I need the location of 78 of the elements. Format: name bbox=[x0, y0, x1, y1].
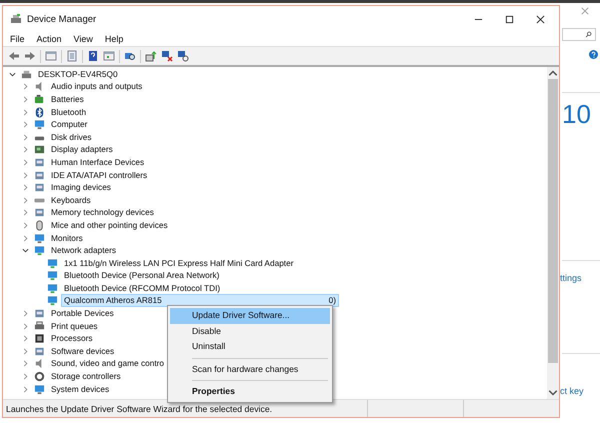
device-icon bbox=[34, 308, 45, 320]
monitor-icon bbox=[34, 232, 45, 244]
tree-item[interactable]: Storage controllers bbox=[48, 370, 124, 384]
tree-item[interactable]: Display adapters bbox=[48, 143, 116, 156]
computer-icon bbox=[10, 13, 22, 25]
window-icon[interactable] bbox=[103, 50, 115, 62]
tree-item[interactable]: DESKTOP-EV4R5Q0 bbox=[35, 68, 121, 81]
network-adapter-icon bbox=[47, 270, 58, 282]
tree-item[interactable]: Mice and other pointing devices bbox=[48, 218, 171, 232]
network-adapter-icon bbox=[47, 282, 58, 294]
device-icon bbox=[34, 156, 45, 168]
tree-item[interactable]: Memory technology devices bbox=[48, 206, 157, 220]
tree-item[interactable]: Imaging devices bbox=[48, 181, 114, 194]
card-icon bbox=[34, 144, 45, 156]
help-icon[interactable] bbox=[589, 50, 598, 59]
tree-item[interactable]: 1x1 11b/g/n Wireless LAN PCI Express Half Mini Card Adapter bbox=[61, 256, 296, 270]
menu-item[interactable]: File bbox=[10, 34, 25, 44]
chevron-icon[interactable] bbox=[22, 247, 29, 254]
status-text: Launches the Update Driver Software Wizard for the selected device. bbox=[5, 404, 274, 414]
tree-item[interactable]: Computer bbox=[48, 118, 90, 132]
menu-item[interactable]: Update Driver Software... bbox=[170, 308, 330, 324]
menu-item[interactable]: Disable bbox=[170, 324, 330, 339]
tree-item[interactable]: Network adapters bbox=[48, 244, 120, 258]
tree-item[interactable]: Bluetooth bbox=[48, 106, 90, 119]
menu-item[interactable]: View bbox=[74, 34, 93, 44]
close-icon[interactable] bbox=[536, 14, 545, 24]
network-adapter-icon bbox=[47, 258, 58, 269]
tree-item[interactable]: Portable Devices bbox=[48, 307, 117, 320]
tree-item[interactable]: Sound, video and game contro bbox=[48, 357, 168, 370]
search-field[interactable] bbox=[562, 28, 596, 41]
tree-item[interactable]: Processors bbox=[48, 332, 96, 346]
scrollbar-thumb[interactable] bbox=[548, 79, 558, 363]
scrollbar[interactable] bbox=[547, 67, 559, 399]
properties-icon[interactable] bbox=[66, 50, 78, 62]
tree-item[interactable]: Qualcomm Atheros AR815 0) bbox=[61, 294, 339, 308]
tree-item[interactable]: Disk drives bbox=[48, 130, 95, 144]
forward-arrow-icon[interactable] bbox=[24, 50, 36, 62]
tree-item[interactable]: System devices bbox=[48, 382, 112, 396]
scan-icon[interactable] bbox=[124, 50, 136, 62]
link[interactable]: ct key bbox=[560, 386, 584, 396]
menu-item[interactable]: Properties bbox=[170, 384, 330, 400]
printer-icon bbox=[34, 320, 45, 332]
tree-item[interactable]: Bluetooth Device (Personal Area Network) bbox=[61, 269, 222, 282]
chip-icon bbox=[34, 333, 45, 344]
rollback-icon[interactable] bbox=[177, 50, 189, 62]
battery-icon bbox=[34, 94, 45, 105]
tree-item[interactable]: Monitors bbox=[48, 232, 86, 245]
bluetooth-icon bbox=[34, 106, 45, 118]
menu-item[interactable]: Scan for hardware changes bbox=[170, 362, 330, 377]
monitor-icon bbox=[34, 119, 45, 130]
menu-item[interactable]: Help bbox=[104, 34, 124, 44]
computer-icon bbox=[21, 68, 32, 80]
tree-item[interactable]: Human Interface Devices bbox=[48, 156, 148, 169]
chevron-icon[interactable] bbox=[9, 70, 16, 78]
tree-item[interactable]: Print queues bbox=[48, 320, 101, 333]
update-icon[interactable] bbox=[145, 50, 157, 62]
network-adapter-icon bbox=[47, 295, 58, 306]
tree-item[interactable]: IDE ATA/ATAPI controllers bbox=[48, 168, 150, 182]
mouse-icon bbox=[34, 220, 45, 231]
network-adapter-icon bbox=[34, 245, 45, 256]
monitor-icon bbox=[34, 384, 45, 395]
tree-item[interactable]: Bluetooth Device (RFCOMM Protocol TDI) bbox=[61, 282, 224, 295]
search-icon bbox=[585, 31, 592, 38]
window-title: Device Manager bbox=[27, 14, 98, 24]
help-icon[interactable] bbox=[87, 50, 99, 62]
version-heading: 10 bbox=[562, 101, 591, 127]
menu-item[interactable]: Uninstall bbox=[170, 339, 330, 354]
device-icon bbox=[34, 346, 45, 357]
window-icon[interactable] bbox=[45, 50, 57, 62]
back-arrow-icon[interactable] bbox=[8, 50, 20, 62]
menu-item[interactable]: Action bbox=[36, 34, 62, 44]
tree-item[interactable]: Batteries bbox=[48, 92, 87, 106]
maximize-icon[interactable] bbox=[505, 14, 514, 24]
link[interactable]: ttings bbox=[560, 273, 582, 283]
tree-item[interactable]: Software devices bbox=[48, 344, 118, 358]
tree-item[interactable]: Audio inputs and outputs bbox=[48, 80, 146, 94]
disable-icon[interactable] bbox=[161, 50, 173, 62]
tree-item[interactable]: Keyboards bbox=[48, 194, 94, 207]
